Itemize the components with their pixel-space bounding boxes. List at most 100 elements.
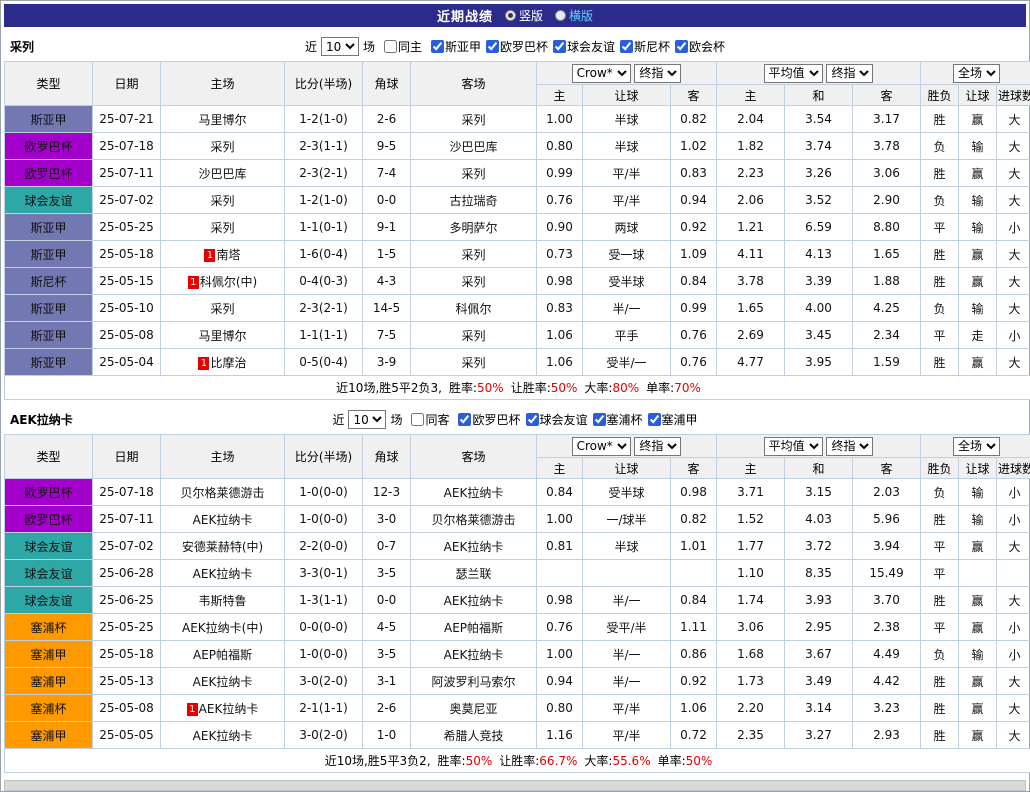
match-date: 25-05-25 [93,614,161,641]
handicap-odds-away: 0.99 [671,295,717,322]
league-filter-checkbox[interactable] [675,40,688,53]
stat-value: 80% [612,381,639,395]
avg-stage-select[interactable]: 终指 [826,64,873,83]
avg-odds-away: 8.80 [853,214,921,241]
handicap-line: 受半球 [583,268,671,295]
result-cell: 胜 [921,268,959,295]
home-team: 采列 [161,214,285,241]
same-venue-checkbox[interactable]: 同客 [411,411,449,428]
league-filter[interactable]: 塞浦杯 [593,411,643,428]
col-result: 胜负 [921,85,959,106]
odds-select-group: Crow* 终指 [537,62,717,85]
handicap-odds-away: 0.82 [671,106,717,133]
handicap-result-cell: 赢 [959,533,997,560]
odds-stage-select[interactable]: 终指 [634,437,681,456]
handicap-line: 受半/一 [583,349,671,376]
result-cell: 胜 [921,241,959,268]
home-team: 1南塔 [161,241,285,268]
league-filter-checkbox[interactable] [648,413,661,426]
match-date: 25-05-25 [93,214,161,241]
stat-label: 大率: [584,754,612,768]
handicap-result-cell: 输 [959,479,997,506]
home-team: 贝尔格莱德游击 [161,479,285,506]
league-filter[interactable]: 欧罗巴杯 [458,411,520,428]
league-filter-checkbox[interactable] [553,40,566,53]
match-date: 25-05-04 [93,349,161,376]
home-team: 采列 [161,295,285,322]
league-filter-checkbox[interactable] [593,413,606,426]
same-venue-input[interactable] [384,40,397,53]
league-filter[interactable]: 欧会杯 [675,38,725,55]
layout-vertical-radio[interactable]: 竖版 [505,7,543,24]
stat-value: 50% [551,381,578,395]
league-filter-label: 欧会杯 [689,38,725,55]
league-filter[interactable]: 球会友谊 [553,38,615,55]
avg-odds-away: 3.17 [853,106,921,133]
handicap-result-cell: 赢 [959,106,997,133]
league-filter-checkbox[interactable] [431,40,444,53]
odds-stage-select[interactable]: 终指 [634,64,681,83]
avg-odds-away: 4.49 [853,641,921,668]
match-row: 欧罗巴杯25-07-11沙巴巴库2-3(2-1)7-4采列0.99平/半0.83… [5,160,1030,187]
away-team: 古拉瑞奇 [411,187,537,214]
matches-label: 场 [390,411,402,428]
match-count-select[interactable]: 10 [321,37,359,56]
league-filter-checkbox[interactable] [526,413,539,426]
league-badge: 欧罗巴杯 [5,479,93,506]
avg-select[interactable]: 平均值 [764,437,823,456]
goals-result-cell: 大 [997,587,1030,614]
away-team: 采列 [411,322,537,349]
summary-text: 近10场,胜5平3负2, [325,754,431,768]
league-filter[interactable]: 塞浦甲 [648,411,698,428]
avg-odds-away: 3.70 [853,587,921,614]
avg-stage-select[interactable]: 终指 [826,437,873,456]
home-team: 韦斯特鲁 [161,587,285,614]
stat-value: 50% [466,754,493,768]
home-team: 安德莱赫特(中) [161,533,285,560]
avg-odds-away: 15.49 [853,560,921,587]
same-venue-checkbox[interactable]: 同主 [384,38,422,55]
league-filter-checkbox[interactable] [620,40,633,53]
col-corner: 角球 [363,62,411,106]
avg-odds-draw: 4.03 [785,506,853,533]
handicap-odds-home: 0.94 [537,668,583,695]
league-filter[interactable]: 欧罗巴杯 [486,38,548,55]
league-badge: 塞浦甲 [5,722,93,749]
handicap-odds-home: 0.99 [537,160,583,187]
handicap-odds-away: 0.94 [671,187,717,214]
handicap-result-cell: 输 [959,187,997,214]
matches-label: 场 [363,38,375,55]
league-filter-checkbox[interactable] [486,40,499,53]
league-filter[interactable]: 斯尼杯 [620,38,670,55]
col-handicap-result: 让球 [959,458,997,479]
scope-select[interactable]: 全场 [953,64,1000,83]
match-row: 斯亚甲25-05-181南塔1-6(0-4)1-5采列0.73受一球1.094.… [5,241,1030,268]
handicap-result-cell: 赢 [959,268,997,295]
match-score: 1-0(0-0) [285,479,363,506]
goals-result-cell: 大 [997,349,1030,376]
scope-select[interactable]: 全场 [953,437,1000,456]
same-venue-input[interactable] [411,413,424,426]
league-filter-checkbox[interactable] [458,413,471,426]
stat-value: 50% [477,381,504,395]
league-filter[interactable]: 斯亚甲 [431,38,481,55]
handicap-odds-home: 0.84 [537,479,583,506]
away-team: 科佩尔 [411,295,537,322]
result-cell: 胜 [921,160,959,187]
home-team: 采列 [161,187,285,214]
rank-badge: 1 [198,357,209,370]
avg-select[interactable]: 平均值 [764,64,823,83]
avg-odds-home: 2.69 [717,322,785,349]
stat-label: 单率: [658,754,686,768]
odds-source-select[interactable]: Crow* [572,64,631,83]
league-filter[interactable]: 球会友谊 [526,411,588,428]
radio-icon [505,10,516,21]
layout-horizontal-radio[interactable]: 横版 [555,7,593,24]
avg-odds-home: 2.35 [717,722,785,749]
match-count-select[interactable]: 10 [348,410,386,429]
team-section-1: 采列 近 10 场 同主 斯亚甲欧罗巴杯球会友谊斯尼杯欧会杯 类型 [4,34,1026,400]
odds-source-select[interactable]: Crow* [572,437,631,456]
horizontal-scrollbar[interactable] [4,780,1026,791]
handicap-line: 受一球 [583,241,671,268]
goals-result-cell: 大 [997,668,1030,695]
